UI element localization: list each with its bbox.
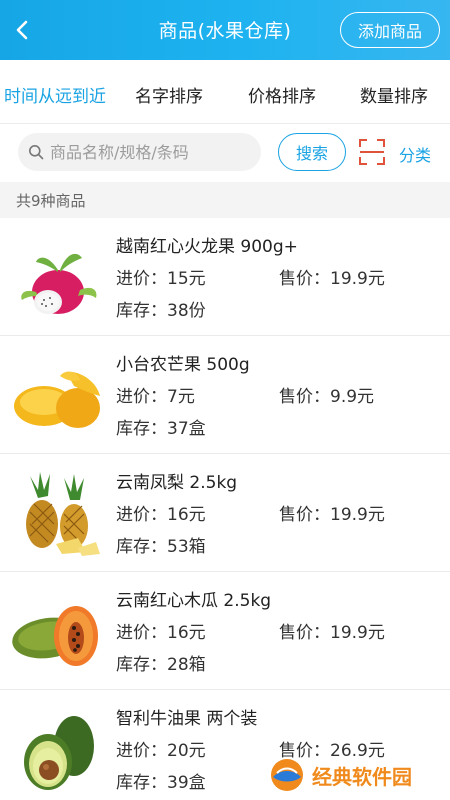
sale-price: 售价：19.9元 bbox=[279, 505, 385, 525]
add-product-button[interactable]: 添加商品 bbox=[340, 12, 440, 48]
top-bar: 商品(水果仓库) 添加商品 bbox=[0, 0, 450, 60]
stock-count: 库存：39盒 bbox=[116, 773, 206, 793]
sort-tab-quantity[interactable]: 数量排序 bbox=[360, 82, 428, 107]
category-button[interactable]: 分类 bbox=[399, 142, 431, 166]
search-field[interactable] bbox=[18, 133, 261, 171]
product-name: 小台农芒果 500g bbox=[116, 355, 250, 375]
watermark-logo-icon bbox=[271, 759, 303, 791]
stock-count: 库存：38份 bbox=[116, 301, 206, 321]
purchase-price: 进价：20元 bbox=[116, 741, 206, 761]
sort-tab-name[interactable]: 名字排序 bbox=[135, 82, 203, 107]
papaya-image bbox=[12, 606, 98, 666]
search-button[interactable]: 搜索 bbox=[278, 133, 346, 171]
purchase-price: 进价：7元 bbox=[116, 387, 195, 407]
product-item[interactable]: 越南红心火龙果 900g+ 进价：15元 售价：19.9元 库存：38份 bbox=[0, 218, 450, 336]
search-icon bbox=[29, 145, 44, 160]
mango-image bbox=[14, 371, 100, 428]
stock-count: 库存：28箱 bbox=[116, 655, 206, 675]
product-item[interactable]: 云南红心木瓜 2.5kg 进价：16元 售价：19.9元 库存：28箱 bbox=[0, 572, 450, 690]
sale-price: 售价：19.9元 bbox=[279, 623, 385, 643]
purchase-price: 进价：16元 bbox=[116, 505, 206, 525]
product-list: 越南红心火龙果 900g+ 进价：15元 售价：19.9元 库存：38份 小台农… bbox=[0, 218, 450, 800]
product-name: 云南凤梨 2.5kg bbox=[116, 473, 238, 493]
sale-price: 售价：19.9元 bbox=[279, 269, 385, 289]
product-count: 共9种商品 bbox=[0, 182, 450, 218]
watermark-text: 经典软件园 bbox=[312, 765, 412, 789]
sale-price: 售价：9.9元 bbox=[279, 387, 375, 407]
watermark: 经典软件园 bbox=[268, 755, 450, 795]
purchase-price: 进价：15元 bbox=[116, 269, 206, 289]
product-name: 越南红心火龙果 900g+ bbox=[116, 237, 298, 257]
purchase-price: 进价：16元 bbox=[116, 623, 206, 643]
sort-tab-time[interactable]: 时间从远到近 bbox=[4, 82, 106, 107]
dragon-fruit-image bbox=[21, 253, 97, 314]
scan-icon[interactable] bbox=[358, 138, 386, 166]
stock-count: 库存：53箱 bbox=[116, 537, 206, 557]
sort-tab-price[interactable]: 价格排序 bbox=[248, 82, 316, 107]
product-name: 云南红心木瓜 2.5kg bbox=[116, 591, 272, 611]
avocado-image bbox=[24, 716, 94, 790]
product-item[interactable]: 小台农芒果 500g 进价：7元 售价：9.9元 库存：37盒 bbox=[0, 336, 450, 454]
search-input[interactable] bbox=[50, 133, 255, 171]
product-item[interactable]: 云南凤梨 2.5kg 进价：16元 售价：19.9元 库存：53箱 bbox=[0, 454, 450, 572]
product-name: 智利牛油果 两个装 bbox=[116, 709, 258, 729]
stock-count: 库存：37盒 bbox=[116, 419, 206, 439]
sort-bar: 时间从远到近 名字排序 价格排序 数量排序 bbox=[0, 60, 450, 124]
search-row: 搜索 分类 bbox=[0, 124, 450, 182]
pineapple-image bbox=[26, 472, 100, 556]
